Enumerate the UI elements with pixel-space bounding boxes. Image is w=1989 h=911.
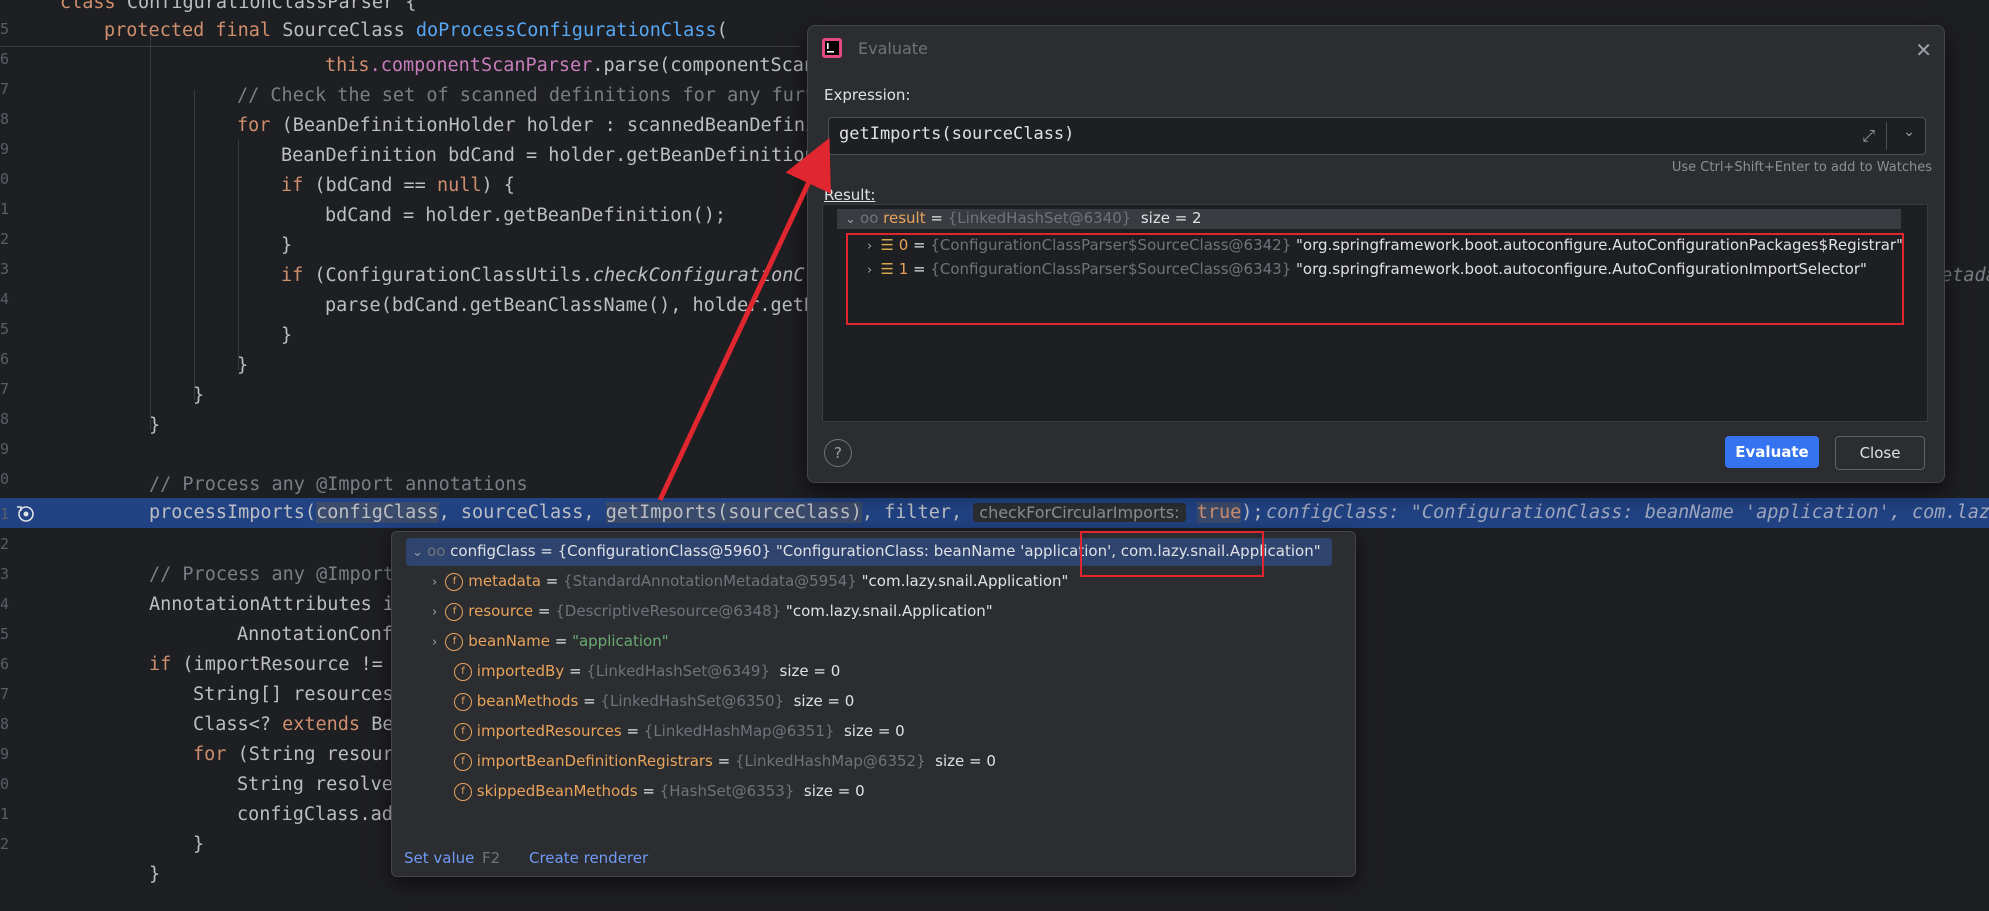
- annotation-arrow-icon: [657, 137, 831, 502]
